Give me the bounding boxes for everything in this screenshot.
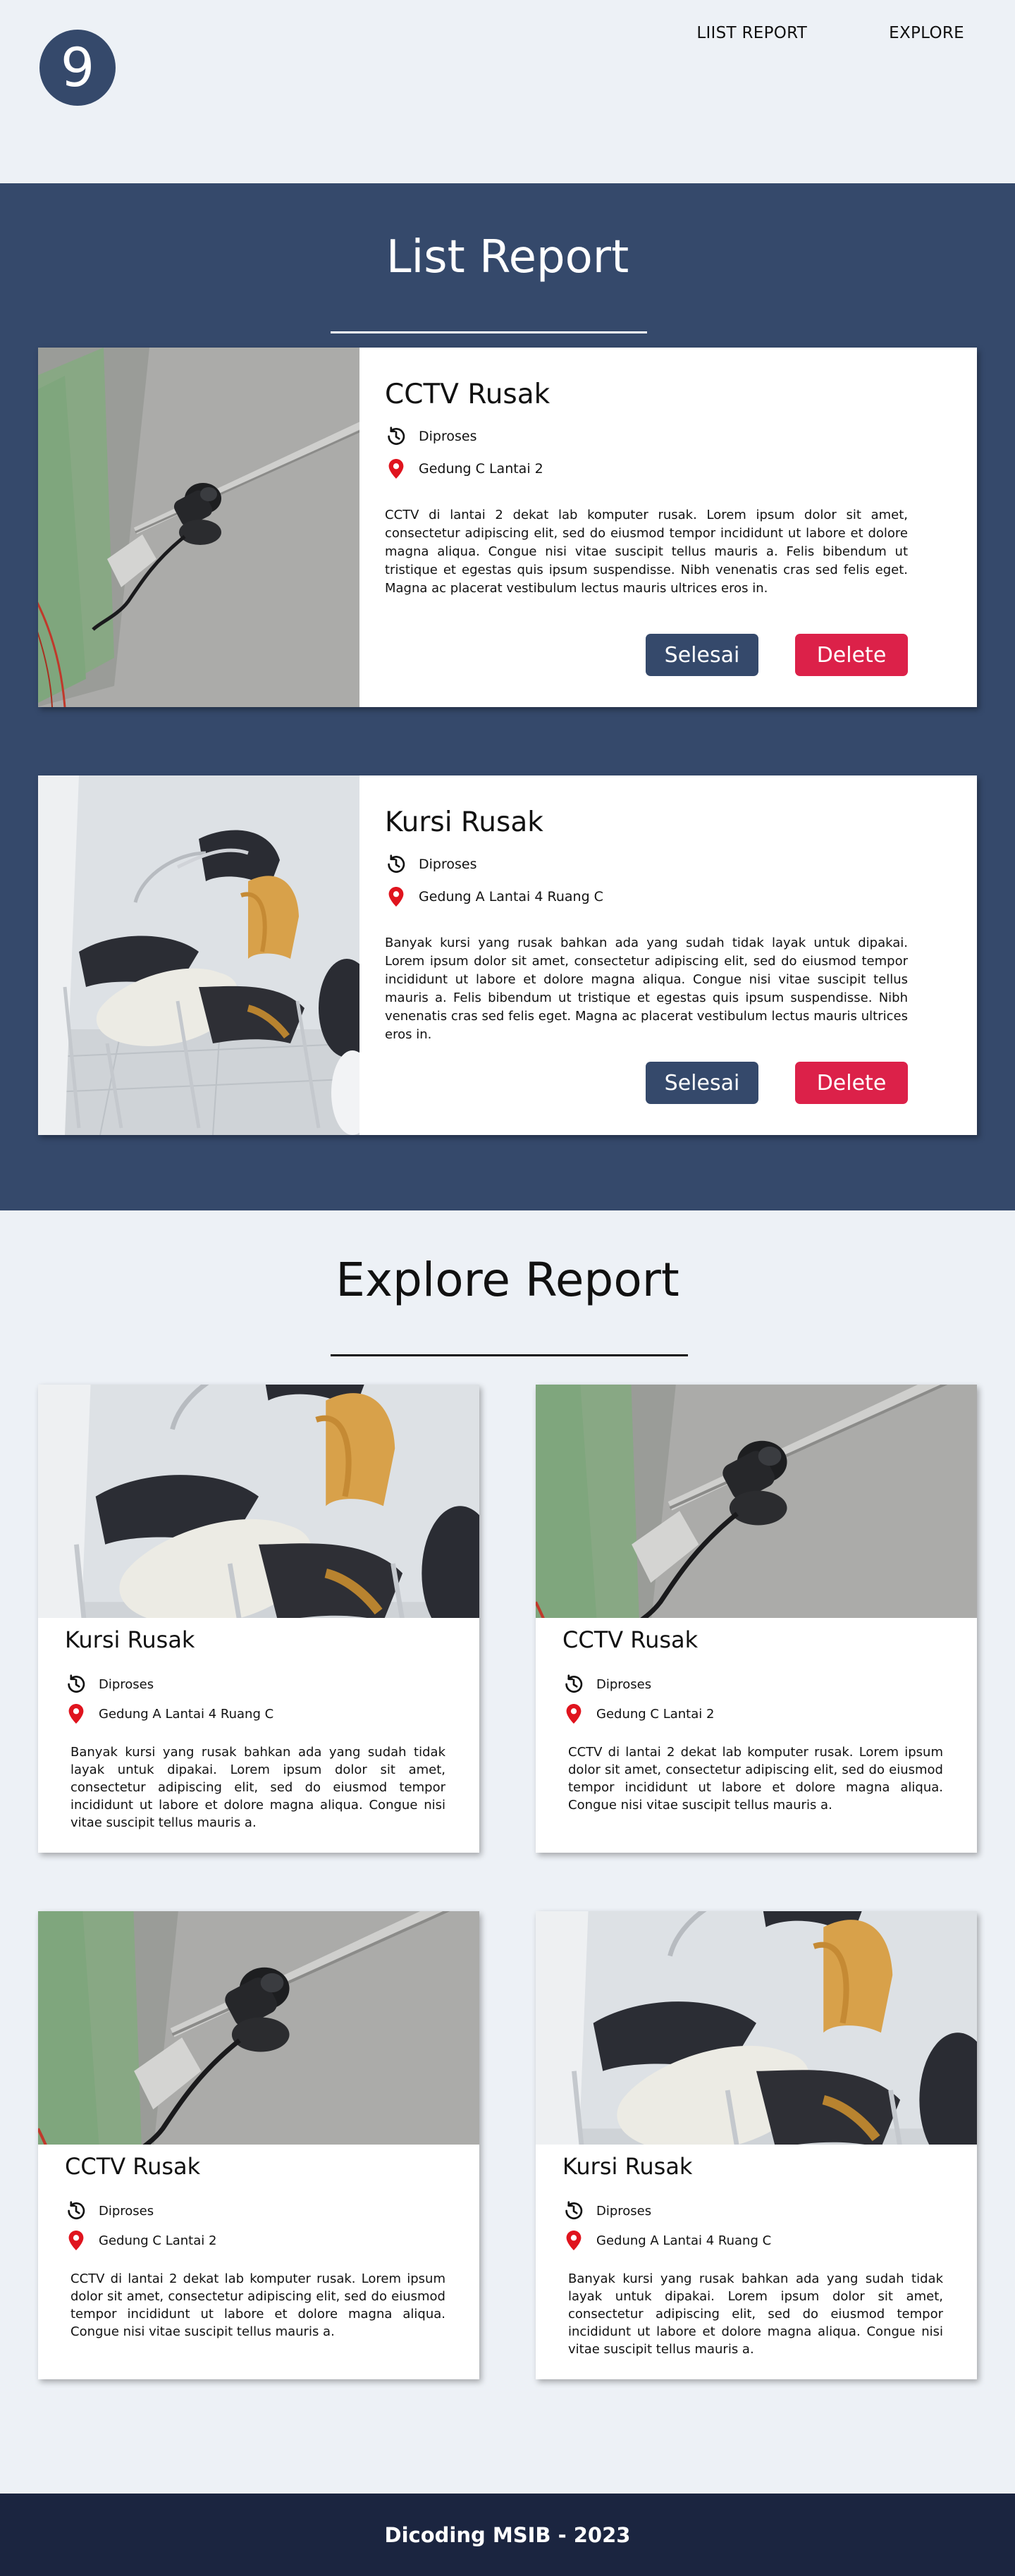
explore-photo-cctv [38, 1911, 479, 2145]
explore-card-description: Banyak kursi yang rusak bahkan ada yang … [70, 1745, 445, 1830]
delete-button[interactable]: Delete [795, 634, 908, 676]
explore-card-location: Gedung A Lantai 4 Ruang C [562, 2229, 943, 2252]
report-description: CCTV di lantai 2 dekat lab komputer rusa… [385, 508, 908, 596]
explore-card-location: Gedung C Lantai 2 [562, 1703, 943, 1725]
selesai-button[interactable]: Selesai [646, 634, 758, 676]
explore-card[interactable]: Kursi Rusak Diproses Gedung A Lantai 4 R… [38, 1385, 479, 1853]
explore-card-status: Diproses [65, 2200, 445, 2222]
list-report-section: List Report CCTV Rusak Diproses Gedung C… [0, 183, 1015, 1210]
site-header: 9 LIIST REPORT EXPLORE [0, 0, 1015, 183]
title-underline [331, 1354, 688, 1356]
explore-photo-cctv [536, 1385, 977, 1618]
location-text: Gedung C Lantai 2 [419, 461, 543, 477]
report-title: Kursi Rusak [385, 806, 543, 838]
location-pin-icon [385, 458, 407, 480]
status-text: Diproses [419, 429, 477, 444]
explore-report-section: Explore Report Kursi Rusak Diproses Gedu… [0, 1210, 1015, 2494]
explore-card-title: Kursi Rusak [562, 2153, 693, 2180]
explore-card-title: Kursi Rusak [65, 1626, 195, 1653]
explore-card[interactable]: Kursi Rusak Diproses Gedung A Lantai 4 R… [536, 1911, 977, 2379]
explore-card[interactable]: CCTV Rusak Diproses Gedung C Lantai 2 CC… [536, 1385, 977, 1853]
history-icon [65, 1673, 87, 1695]
report-card-body: Kursi Rusak Diproses Gedung A Lantai 4 R… [359, 775, 977, 1135]
explore-photo-chairs [536, 1911, 977, 2145]
list-report-title: List Report [386, 231, 629, 283]
explore-card-body: CCTV Rusak Diproses Gedung C Lantai 2 CC… [38, 2145, 479, 2341]
location-pin-icon [65, 2229, 87, 2252]
report-card-body: CCTV Rusak Diproses Gedung C Lantai 2 CC… [359, 348, 977, 707]
report-title: CCTV Rusak [385, 379, 550, 410]
status-text: Diproses [596, 1676, 652, 1692]
report-card: CCTV Rusak Diproses Gedung C Lantai 2 CC… [38, 348, 977, 707]
explore-report-title: Explore Report [336, 1253, 679, 1307]
explore-card-description: Banyak kursi yang rusak bahkan ada yang … [568, 2271, 943, 2357]
selesai-button[interactable]: Selesai [646, 1062, 758, 1104]
history-icon [385, 425, 407, 448]
list-report-heading: List Report [0, 231, 1015, 333]
location-text: Gedung C Lantai 2 [99, 2233, 217, 2248]
location-pin-icon [562, 2229, 585, 2252]
explore-card-title: CCTV Rusak [562, 1626, 699, 1653]
location-text: Gedung A Lantai 4 Ruang C [99, 1706, 274, 1722]
title-underline [331, 331, 647, 333]
report-description: Banyak kursi yang rusak bahkan ada yang … [385, 936, 908, 1042]
report-actions: Selesai Delete [646, 1062, 908, 1104]
location-pin-icon [562, 1703, 585, 1725]
logo[interactable]: 9 [39, 30, 116, 106]
explore-card-body: Kursi Rusak Diproses Gedung A Lantai 4 R… [536, 2145, 977, 2358]
explore-card[interactable]: CCTV Rusak Diproses Gedung C Lantai 2 CC… [38, 1911, 479, 2379]
explore-card-body: CCTV Rusak Diproses Gedung C Lantai 2 CC… [536, 1618, 977, 1814]
status-text: Diproses [99, 1676, 154, 1692]
location-text: Gedung C Lantai 2 [596, 1706, 715, 1722]
main-nav: LIIST REPORT EXPLORE [696, 24, 964, 42]
location-text: Gedung A Lantai 4 Ruang C [419, 889, 603, 904]
report-photo-cctv [38, 348, 359, 707]
location-pin-icon [385, 885, 407, 908]
report-status: Diproses [385, 854, 908, 875]
explore-photo-chairs [38, 1385, 479, 1618]
site-footer: Dicoding MSIB - 2023 [0, 2494, 1015, 2576]
explore-card-location: Gedung A Lantai 4 Ruang C [65, 1703, 445, 1725]
location-pin-icon [65, 1703, 87, 1725]
explore-card-status: Diproses [65, 1673, 445, 1695]
report-card: Kursi Rusak Diproses Gedung A Lantai 4 R… [38, 775, 977, 1135]
history-icon [385, 853, 407, 876]
explore-card-title: CCTV Rusak [65, 2153, 201, 2180]
history-icon [562, 2200, 585, 2222]
delete-button[interactable]: Delete [795, 1062, 908, 1104]
explore-card-body: Kursi Rusak Diproses Gedung A Lantai 4 R… [38, 1618, 479, 1832]
history-icon [65, 2200, 87, 2222]
explore-card-description: CCTV di lantai 2 dekat lab komputer rusa… [568, 1745, 943, 1813]
status-text: Diproses [99, 2203, 154, 2219]
history-icon [562, 1673, 585, 1695]
footer-text: Dicoding MSIB - 2023 [384, 2522, 631, 2547]
report-actions: Selesai Delete [646, 634, 908, 676]
report-status: Diproses [385, 426, 908, 447]
report-location: Gedung A Lantai 4 Ruang C [385, 886, 908, 907]
explore-card-location: Gedung C Lantai 2 [65, 2229, 445, 2252]
location-text: Gedung A Lantai 4 Ruang C [596, 2233, 772, 2248]
status-text: Diproses [419, 857, 477, 872]
nav-link-explore[interactable]: EXPLORE [889, 24, 964, 42]
nav-link-list-report[interactable]: LIIST REPORT [696, 24, 807, 42]
explore-card-description: CCTV di lantai 2 dekat lab komputer rusa… [70, 2271, 445, 2339]
report-photo-chairs [38, 775, 359, 1135]
status-text: Diproses [596, 2203, 652, 2219]
explore-card-status: Diproses [562, 2200, 943, 2222]
explore-report-heading: Explore Report [0, 1253, 1015, 1356]
report-location: Gedung C Lantai 2 [385, 458, 908, 479]
explore-card-status: Diproses [562, 1673, 943, 1695]
